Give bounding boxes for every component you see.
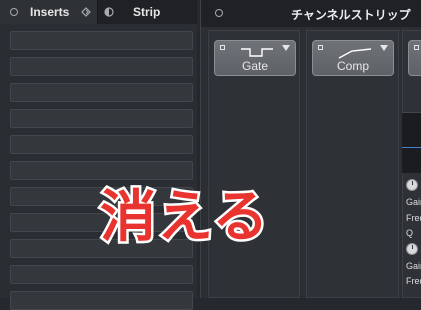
- insert-slot[interactable]: [10, 291, 193, 310]
- diamond-icon[interactable]: [81, 7, 91, 17]
- insert-slot[interactable]: [10, 109, 193, 128]
- gate-module-button[interactable]: Gate: [214, 40, 296, 76]
- inserts-panel: Inserts Strip: [0, 0, 197, 310]
- eq-q-label: Q: [406, 228, 414, 238]
- gate-module-column: Gate: [208, 30, 300, 298]
- eq-freq-label: Freq: [406, 213, 421, 223]
- menu-arrow-icon[interactable]: [380, 45, 388, 51]
- bypass-indicator[interactable]: [220, 45, 225, 50]
- panel-toggle-icon[interactable]: [10, 8, 18, 16]
- overlay-caption: 消える: [97, 183, 270, 253]
- eq-curve-line: [402, 147, 421, 148]
- eq-knob[interactable]: [406, 179, 418, 191]
- tab-inserts[interactable]: Inserts: [0, 0, 98, 24]
- comp-curve-icon: [338, 48, 372, 59]
- insert-slot[interactable]: [10, 31, 193, 50]
- panel-title: チャンネルストリップ: [291, 8, 411, 22]
- insert-slot[interactable]: [10, 135, 193, 154]
- gate-curve-icon: [241, 48, 273, 57]
- eq-gain-label: Gain: [406, 197, 421, 207]
- eq-curve-display[interactable]: [402, 112, 421, 173]
- tab-strip-label: Strip: [133, 5, 161, 19]
- eq-knob[interactable]: [406, 243, 418, 255]
- comp-module-column: Comp: [306, 30, 399, 298]
- bypass-indicator[interactable]: [414, 45, 419, 50]
- insert-slot[interactable]: [10, 83, 193, 102]
- tab-strip[interactable]: Strip: [98, 0, 197, 24]
- insert-slot[interactable]: [10, 57, 193, 76]
- comp-label: Comp: [336, 59, 369, 73]
- eq-freq-label-2: Freq: [406, 276, 421, 286]
- menu-arrow-icon[interactable]: [282, 45, 290, 51]
- tab-inserts-label: Inserts: [30, 5, 70, 19]
- bypass-indicator[interactable]: [318, 45, 323, 50]
- channel-strip-panel: チャンネルストリップ Gate Comp: [200, 0, 421, 298]
- eq-gain-label-2: Gain: [406, 261, 421, 271]
- insert-slot[interactable]: [10, 265, 193, 284]
- gate-label: Gate: [241, 59, 268, 73]
- channel-strip-header: チャンネルストリップ: [201, 0, 421, 27]
- half-circle-icon: [104, 7, 114, 17]
- panel-toggle-icon[interactable]: [215, 9, 223, 17]
- tab-bar: Inserts Strip: [0, 0, 197, 24]
- eq-module-button[interactable]: [408, 40, 421, 76]
- comp-module-button[interactable]: Comp: [312, 40, 394, 76]
